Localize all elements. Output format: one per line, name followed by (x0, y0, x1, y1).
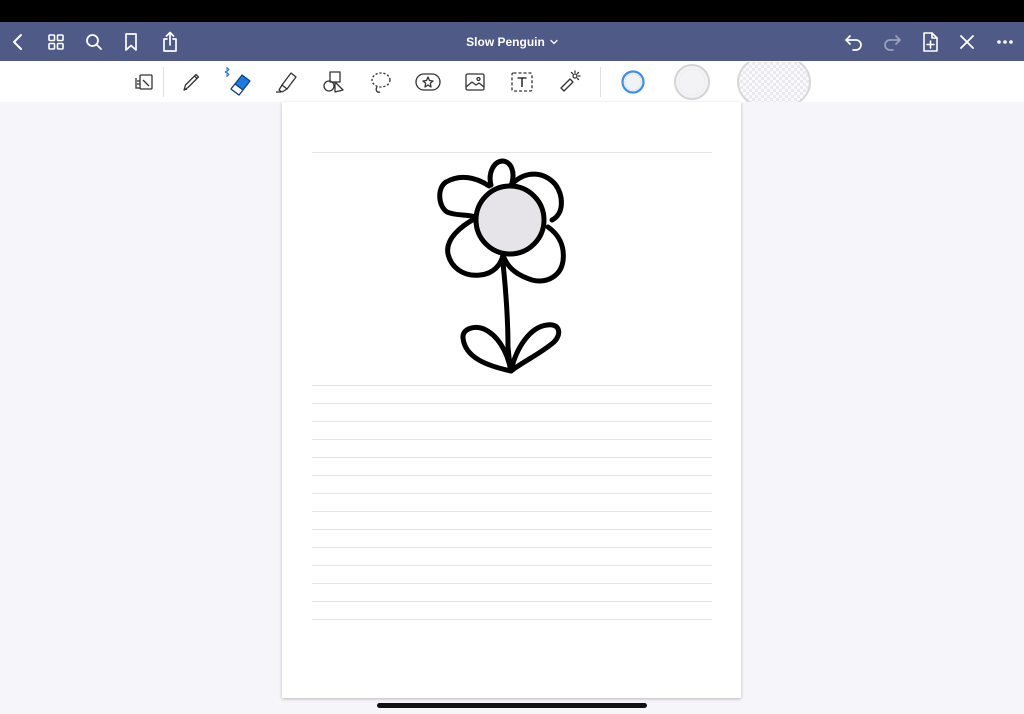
page-rule (312, 619, 712, 620)
chevron-down-icon (550, 39, 558, 44)
page-rule (312, 493, 712, 494)
page-rule (312, 511, 712, 512)
navigation-bar: Slow Penguin (0, 22, 1024, 61)
page-rule (312, 565, 712, 566)
lasso-icon[interactable] (364, 65, 398, 99)
pen-icon[interactable] (174, 65, 208, 99)
undo-icon[interactable] (838, 22, 870, 61)
home-indicator (377, 703, 647, 708)
redo-icon[interactable] (876, 22, 908, 61)
page-rule (312, 457, 712, 458)
toolbar-divider (163, 67, 164, 97)
eraser-size-medium[interactable] (671, 62, 713, 102)
close-icon[interactable] (951, 22, 983, 61)
grid-icon[interactable] (40, 22, 72, 61)
document-canvas[interactable] (0, 102, 1024, 714)
page-rule (312, 475, 712, 476)
highlighter-icon[interactable] (269, 65, 303, 99)
document-title-text: Slow Penguin (466, 34, 545, 49)
share-icon[interactable] (154, 22, 186, 61)
flower-center (473, 183, 547, 257)
shapes-icon[interactable] (316, 65, 350, 99)
bluetooth-icon (224, 67, 230, 77)
text-icon[interactable] (505, 65, 539, 99)
elements-icon[interactable] (411, 65, 445, 99)
bookmark-icon[interactable] (115, 22, 147, 61)
note-page[interactable] (282, 102, 741, 698)
page-rule (312, 583, 712, 584)
page-rule (312, 421, 712, 422)
page-layout-icon[interactable] (127, 65, 161, 99)
eraser-size-small[interactable] (616, 65, 650, 99)
document-title[interactable]: Slow Penguin (466, 35, 558, 49)
toolbar-divider (600, 67, 601, 97)
search-icon[interactable] (78, 22, 110, 61)
add-page-icon[interactable] (914, 22, 946, 61)
tool-toolbar (0, 61, 1024, 103)
more-icon[interactable] (989, 22, 1021, 61)
eraser-size-large[interactable] (734, 62, 814, 102)
page-rule (312, 529, 712, 530)
page-rule (312, 403, 712, 404)
laser-pointer-icon[interactable] (552, 65, 586, 99)
page-rule (312, 385, 712, 386)
page-rule (312, 601, 712, 602)
page-rule (312, 547, 712, 548)
image-icon[interactable] (458, 65, 492, 99)
eraser-icon[interactable] (221, 65, 255, 99)
back-icon[interactable] (2, 22, 34, 61)
page-rule (312, 439, 712, 440)
flower-drawing[interactable] (432, 152, 572, 377)
status-bar (0, 0, 1024, 22)
